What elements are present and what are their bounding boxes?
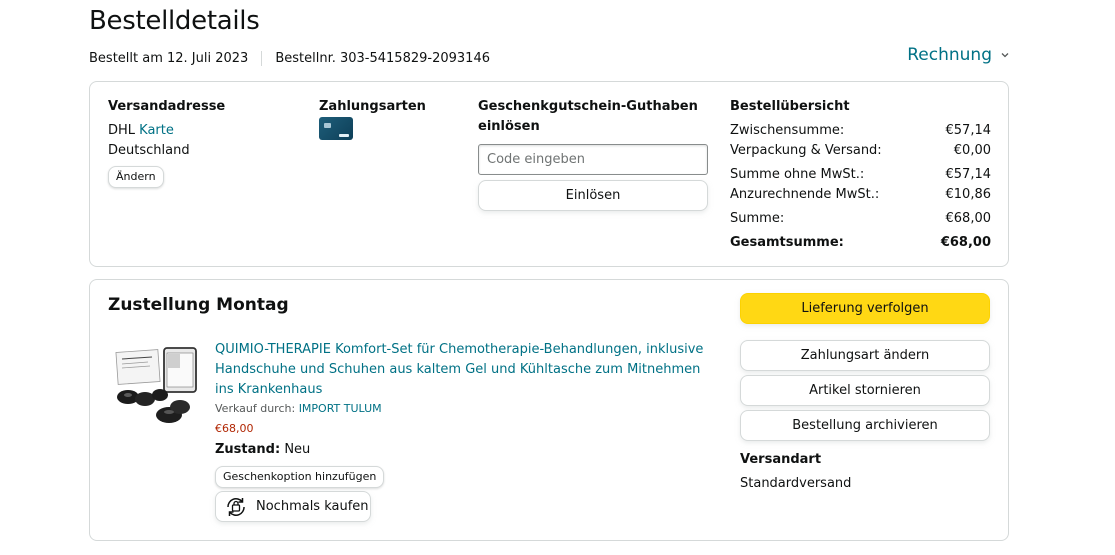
summary-total-row: Gesamtsumme: €68,00 xyxy=(730,233,991,253)
summary-label: Zwischensumme: xyxy=(730,123,845,138)
buy-again-button[interactable]: Nochmals kaufen xyxy=(215,491,371,522)
order-date: Bestellt am 12. Juli 2023 xyxy=(89,51,249,66)
shipping-address-country: Deutschland xyxy=(108,143,190,158)
address-carrier: DHL xyxy=(108,123,136,138)
invoice-dropdown[interactable]: Rechnung xyxy=(907,45,1010,65)
redeem-button[interactable]: Einlösen xyxy=(478,180,708,211)
track-delivery-button[interactable]: Lieferung verfolgen xyxy=(740,293,990,324)
buy-again-icon xyxy=(227,497,245,516)
summary-row: Verpackung & Versand: €0,00 xyxy=(730,141,991,161)
product-title-link[interactable]: QUIMIO-THERAPIE Komfort-Set für Chemothe… xyxy=(215,340,715,400)
delivery-heading: Zustellung Montag xyxy=(108,295,289,315)
summary-row: Zwischensumme: €57,14 xyxy=(730,121,991,141)
order-summary-box: Versandadresse DHL Karte Deutschland Änd… xyxy=(89,81,1009,267)
condition-value: Neu xyxy=(284,442,311,457)
summary-value: €57,14 xyxy=(945,123,992,138)
summary-total-label: Gesamtsumme: xyxy=(730,235,844,250)
shipping-method-value: Standardversand xyxy=(740,476,852,491)
summary-total-value: €68,00 xyxy=(940,235,991,250)
summary-label: Verpackung & Versand: xyxy=(730,143,882,158)
shipping-address-heading: Versandadresse xyxy=(108,99,226,114)
summary-label: Anzurechnende MwSt.: xyxy=(730,187,880,202)
card-chip xyxy=(324,123,331,128)
add-gift-option-button[interactable]: Geschenkoption hinzufügen xyxy=(215,466,385,488)
page-title: Bestelldetails xyxy=(89,6,260,36)
buy-again-label: Nochmals kaufen xyxy=(256,499,369,514)
order-meta: Bestellt am 12. Juli 2023 Bestellnr. 303… xyxy=(89,51,490,66)
product-image[interactable] xyxy=(114,345,198,427)
shipping-method-heading: Versandart xyxy=(740,452,822,467)
payment-methods-heading: Zahlungsarten xyxy=(319,99,426,114)
condition-label: Zustand: xyxy=(215,442,281,457)
gift-code-input[interactable] xyxy=(478,144,708,175)
change-address-button[interactable]: Ändern xyxy=(108,166,164,188)
summary-label: Summe: xyxy=(730,211,785,226)
seller-line: Verkauf durch: IMPORT TULUM xyxy=(215,402,382,415)
summary-row: Summe ohne MwSt.: €57,14 xyxy=(730,165,991,185)
summary-value: €68,00 xyxy=(945,211,992,226)
address-map-link[interactable]: Karte xyxy=(139,123,174,138)
meta-divider xyxy=(261,51,263,66)
order-summary-heading: Bestellübersicht xyxy=(730,99,850,114)
shipping-address-line1: DHL Karte xyxy=(108,121,174,141)
summary-row: Anzurechnende MwSt.: €10,86 xyxy=(730,185,991,205)
invoice-label: Rechnung xyxy=(907,45,992,65)
archive-order-button[interactable]: Bestellung archivieren xyxy=(740,410,990,441)
credit-card-icon xyxy=(319,117,353,140)
cancel-items-button[interactable]: Artikel stornieren xyxy=(740,375,990,406)
summary-label: Summe ohne MwSt.: xyxy=(730,167,865,182)
summary-value: €0,00 xyxy=(953,143,991,158)
gift-card-heading-line2: einlösen xyxy=(478,119,540,134)
product-price: €68,00 xyxy=(215,422,254,435)
summary-value: €57,14 xyxy=(945,167,992,182)
condition-line: Zustand: Neu xyxy=(215,440,310,460)
order-number: Bestellnr. 303-5415829-2093146 xyxy=(275,51,490,66)
chevron-down-icon xyxy=(1001,53,1009,58)
summary-value: €10,86 xyxy=(945,187,992,202)
shipment-box: Zustellung Montag QUIMIO-THERAPIE Komfor… xyxy=(89,279,1009,541)
seller-label: Verkauf durch: xyxy=(215,402,296,415)
summary-row: Summe: €68,00 xyxy=(730,209,991,229)
gift-card-heading-line1: Geschenkgutschein-Guthaben xyxy=(478,99,698,114)
seller-link[interactable]: IMPORT TULUM xyxy=(299,402,382,415)
card-brand-mark xyxy=(339,134,349,137)
change-payment-button[interactable]: Zahlungsart ändern xyxy=(740,340,990,371)
